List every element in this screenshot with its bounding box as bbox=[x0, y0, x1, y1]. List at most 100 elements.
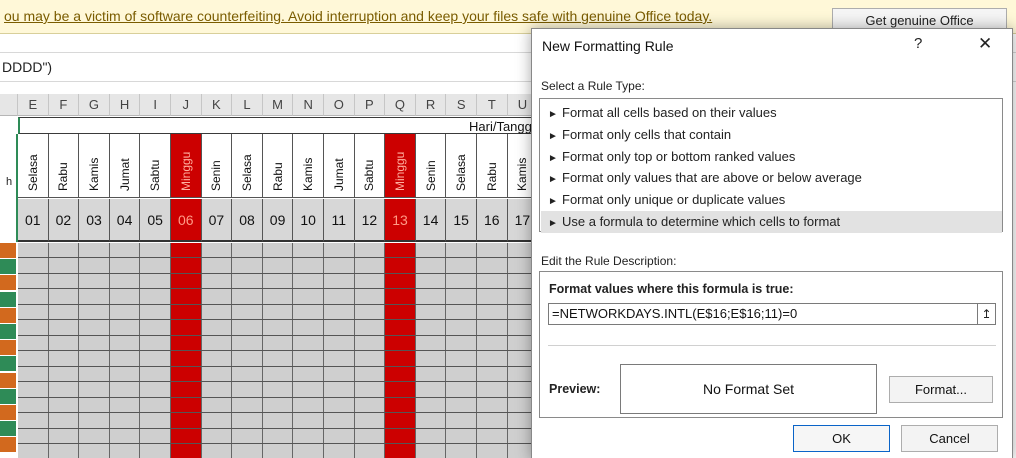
day-name-cell[interactable]: Senin bbox=[201, 134, 233, 198]
column-header-partial[interactable] bbox=[0, 94, 18, 116]
day-name-cell[interactable]: Senin bbox=[415, 134, 447, 198]
day-name-cell[interactable]: Jumat bbox=[324, 134, 355, 198]
help-icon[interactable]: ? bbox=[914, 35, 922, 52]
rule-type-item[interactable]: ► Format only cells that contain bbox=[541, 124, 1002, 146]
new-formatting-rule-dialog: New Formatting Rule ? ✕ Select a Rule Ty… bbox=[531, 28, 1013, 458]
column-header[interactable]: N bbox=[293, 94, 324, 116]
rule-type-list[interactable]: ► Format all cells based on their values ►… bbox=[539, 98, 1003, 233]
day-name-cell[interactable]: Sabtu bbox=[354, 134, 386, 198]
row-color-strip bbox=[0, 340, 16, 356]
date-number-cell[interactable]: 08 bbox=[232, 199, 263, 242]
day-name: Senin bbox=[423, 160, 438, 191]
date-number-cell[interactable]: 03 bbox=[79, 199, 110, 242]
day-name-cell[interactable]: Minggu bbox=[385, 134, 416, 198]
column-header[interactable]: F bbox=[48, 94, 80, 116]
day-name-cell[interactable]: Selasa bbox=[18, 134, 49, 198]
date-number-cell[interactable]: 06 bbox=[171, 199, 202, 242]
day-name-cell[interactable]: Rabu bbox=[477, 134, 508, 198]
formula-label: Format values where this formula is true… bbox=[549, 282, 794, 296]
row-color-strip bbox=[0, 356, 16, 372]
row-color-strip bbox=[0, 275, 16, 291]
day-name-cell[interactable]: Selasa bbox=[232, 134, 263, 198]
column-header[interactable]: I bbox=[140, 94, 171, 116]
rule-arrow-icon: ► bbox=[548, 174, 558, 186]
row-color-strip bbox=[0, 372, 16, 388]
rule-type-item[interactable]: ► Format only top or bottom ranked values bbox=[541, 146, 1002, 168]
sheet-grid[interactable] bbox=[18, 243, 539, 458]
rule-type-item[interactable]: ► Format only unique or duplicate values bbox=[541, 189, 1002, 211]
grid-row-line bbox=[18, 350, 538, 351]
day-name-cell[interactable]: Kamis bbox=[293, 134, 324, 198]
rule-type-item[interactable]: ► Format all cells based on their values bbox=[541, 102, 1002, 124]
day-name: Rabu bbox=[56, 162, 71, 191]
date-number-cell[interactable]: 05 bbox=[140, 199, 171, 242]
day-name-cell[interactable]: Jumat bbox=[109, 134, 141, 198]
rule-arrow-icon: ► bbox=[548, 109, 558, 120]
date-number-cell[interactable]: 15 bbox=[446, 199, 477, 242]
day-name: Minggu bbox=[178, 151, 193, 191]
day-name: Kamis bbox=[301, 157, 316, 191]
day-name-cell[interactable]: Selasa bbox=[446, 134, 477, 198]
column-header[interactable]: S bbox=[446, 94, 477, 116]
column-header[interactable]: R bbox=[415, 94, 447, 116]
row-color-strip bbox=[0, 388, 16, 404]
date-number-cell[interactable]: 12 bbox=[354, 199, 386, 242]
close-icon[interactable]: ✕ bbox=[978, 34, 992, 54]
day-name: Sabtu bbox=[148, 159, 163, 191]
row-color-strip bbox=[0, 243, 16, 258]
row-color-strip bbox=[0, 421, 16, 437]
column-header[interactable]: Q bbox=[385, 94, 416, 116]
description-divider bbox=[548, 345, 996, 346]
column-header[interactable]: K bbox=[201, 94, 233, 116]
dialog-title: New Formatting Rule bbox=[542, 38, 674, 54]
column-header[interactable]: P bbox=[354, 94, 386, 116]
collapse-dialog-icon[interactable]: ↥ bbox=[978, 303, 996, 325]
date-number-cell[interactable]: 04 bbox=[109, 199, 141, 242]
rule-arrow-icon: ► bbox=[548, 130, 558, 142]
warning-message-link[interactable]: ou may be a victim of software counterfe… bbox=[4, 8, 712, 24]
column-header[interactable]: G bbox=[79, 94, 110, 116]
day-name-cell[interactable]: Sabtu bbox=[140, 134, 171, 198]
grid-row-line bbox=[18, 443, 538, 444]
date-number-cell[interactable]: 07 bbox=[201, 199, 233, 242]
column-header[interactable]: L bbox=[232, 94, 263, 116]
banner-row[interactable]: Hari/Tangga bbox=[18, 117, 540, 134]
rule-type-label: Format only unique or duplicate values bbox=[562, 192, 786, 208]
grid-row-line bbox=[18, 412, 538, 413]
cancel-button[interactable]: Cancel bbox=[901, 425, 998, 452]
day-name-cell[interactable]: Rabu bbox=[262, 134, 294, 198]
column-header[interactable]: J bbox=[171, 94, 202, 116]
column-header[interactable]: H bbox=[109, 94, 141, 116]
column-header[interactable]: M bbox=[262, 94, 294, 116]
rule-type-item[interactable]: ► Format only values that are above or be… bbox=[541, 167, 1002, 189]
row-color-strip bbox=[0, 259, 16, 275]
day-name: Kamis bbox=[86, 157, 101, 191]
column-header[interactable]: E bbox=[18, 94, 49, 116]
column-header[interactable]: T bbox=[477, 94, 508, 116]
date-number-cell[interactable]: 10 bbox=[293, 199, 324, 242]
format-button[interactable]: Format... bbox=[889, 376, 993, 403]
rule-type-item[interactable]: ► Use a formula to determine which cells … bbox=[541, 211, 1002, 233]
rule-description-panel: Format values where this formula is true… bbox=[539, 271, 1003, 418]
ok-button[interactable]: OK bbox=[793, 425, 890, 452]
formula-input[interactable]: =NETWORKDAYS.INTL(E$16;E$16;11)=0 bbox=[548, 303, 978, 325]
date-number-cell[interactable]: 14 bbox=[415, 199, 447, 242]
row-color-strip bbox=[0, 307, 16, 323]
date-number-cell[interactable]: 11 bbox=[324, 199, 355, 242]
day-name-cell[interactable]: Kamis bbox=[79, 134, 110, 198]
rule-arrow-icon: ► bbox=[548, 196, 558, 208]
date-number-cell[interactable]: 09 bbox=[262, 199, 294, 242]
date-number-cell[interactable]: 16 bbox=[477, 199, 508, 242]
excel-window: { "warning": { "message": "ou may be a v… bbox=[0, 0, 1016, 458]
day-name-cell[interactable]: Rabu bbox=[48, 134, 80, 198]
date-number-cell[interactable]: 13 bbox=[385, 199, 416, 242]
rule-type-label: Use a formula to determine which cells t… bbox=[562, 214, 841, 229]
day-name: Selasa bbox=[25, 154, 40, 191]
date-number-cell[interactable]: 01 bbox=[18, 199, 49, 242]
day-name: Jumat bbox=[117, 158, 132, 191]
day-name-cell[interactable]: Minggu bbox=[171, 134, 202, 198]
grid-row-line bbox=[18, 396, 538, 398]
date-number-cell[interactable]: 02 bbox=[48, 199, 80, 242]
row-color-strip bbox=[0, 324, 16, 339]
column-header[interactable]: O bbox=[324, 94, 355, 116]
